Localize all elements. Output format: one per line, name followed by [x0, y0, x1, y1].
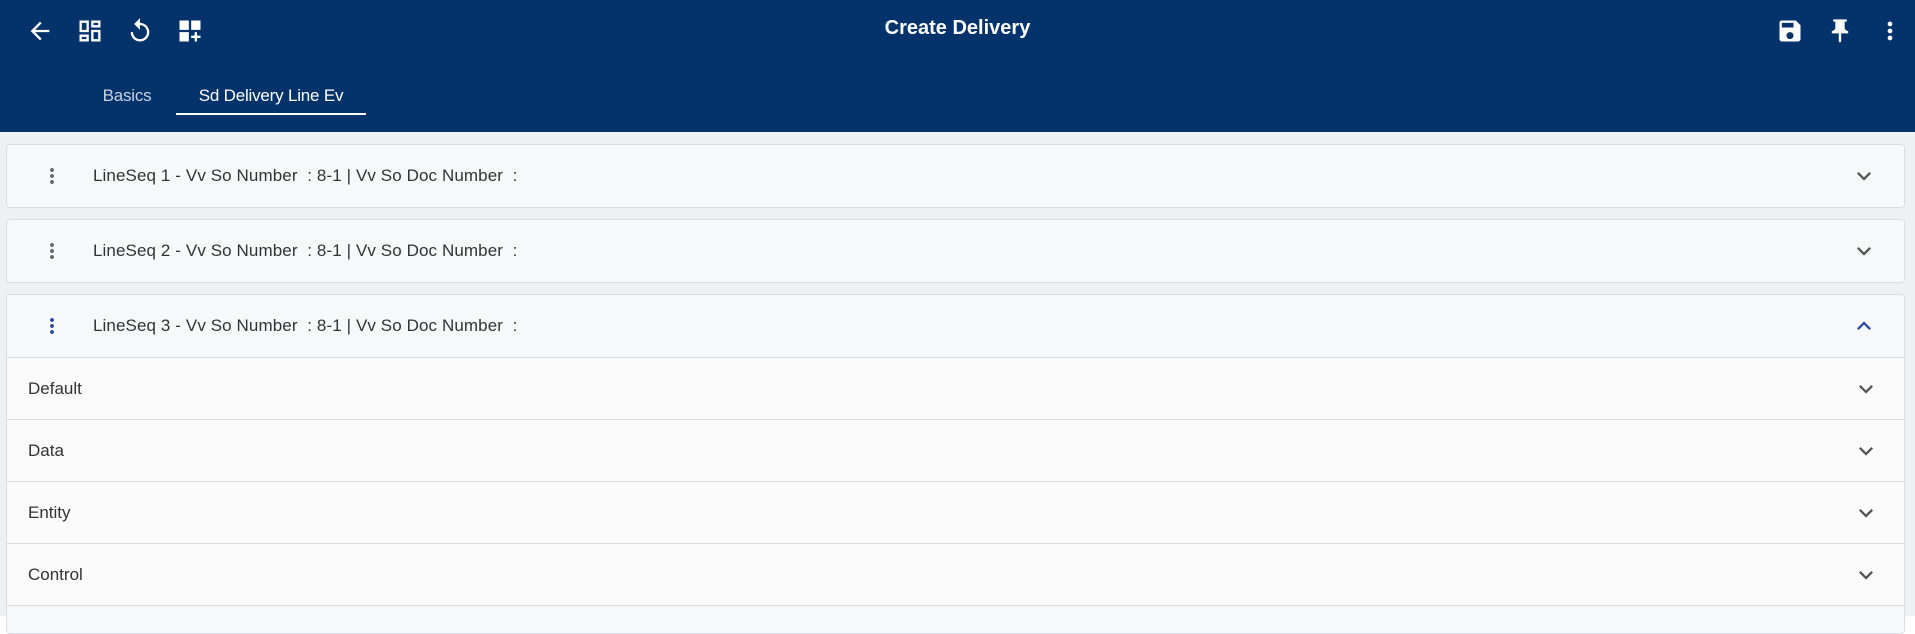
chevron-down-icon[interactable]: [1852, 499, 1880, 527]
save-icon[interactable]: [1770, 11, 1810, 51]
line-panel-header[interactable]: LineSeq 1 - Vv So Number : 8-1 | Vv So D…: [7, 145, 1904, 207]
section-label: Default: [28, 379, 82, 398]
tab-sd-delivery-line-ev[interactable]: Sd Delivery Line Ev: [176, 85, 366, 115]
section-control[interactable]: Control: [7, 544, 1904, 606]
pin-icon[interactable]: [1820, 11, 1860, 51]
line-panel: LineSeq 1 - Vv So Number : 8-1 | Vv So D…: [6, 144, 1905, 208]
chevron-down-icon[interactable]: [1850, 237, 1878, 265]
chevron-up-icon[interactable]: [1850, 312, 1878, 340]
dashboard-icon[interactable]: [70, 11, 110, 51]
refresh-icon[interactable]: [120, 11, 160, 51]
tab-bar: Basics Sd Delivery Line Ev: [0, 62, 1915, 132]
more-vert-icon[interactable]: [37, 311, 67, 341]
section-entity[interactable]: Entity: [7, 482, 1904, 544]
more-vert-icon[interactable]: [37, 161, 67, 191]
chevron-down-icon[interactable]: [1852, 375, 1880, 403]
section-label: Control: [28, 565, 83, 584]
section-default[interactable]: Default: [7, 358, 1904, 420]
section-label: Data: [28, 441, 64, 460]
more-vert-icon[interactable]: [1870, 11, 1910, 51]
line-panel: LineSeq 2 - Vv So Number : 8-1 | Vv So D…: [6, 219, 1905, 283]
chevron-down-icon[interactable]: [1852, 561, 1880, 589]
app-bar: Create Delivery: [0, 0, 1915, 62]
page-title: Create Delivery: [884, 17, 1031, 39]
section-label: Entity: [28, 503, 71, 522]
line-panel-expanded: LineSeq 3 - Vv So Number : 8-1 | Vv So D…: [6, 294, 1905, 634]
chevron-down-icon[interactable]: [1852, 437, 1880, 465]
content-area: LineSeq 1 - Vv So Number : 8-1 | Vv So D…: [0, 132, 1915, 634]
chevron-down-icon[interactable]: [1850, 162, 1878, 190]
line-panel-title: LineSeq 1 - Vv So Number : 8-1 | Vv So D…: [93, 166, 518, 185]
back-arrow-icon[interactable]: [20, 11, 60, 51]
line-panel-header[interactable]: LineSeq 3 - Vv So Number : 8-1 | Vv So D…: [7, 295, 1904, 357]
section-data[interactable]: Data: [7, 420, 1904, 482]
more-vert-icon[interactable]: [37, 236, 67, 266]
add-widget-icon[interactable]: [170, 11, 210, 51]
line-panel-header[interactable]: LineSeq 2 - Vv So Number : 8-1 | Vv So D…: [7, 220, 1904, 282]
section-list: Default Data Entity Control: [7, 357, 1904, 606]
line-panel-title: LineSeq 3 - Vv So Number : 8-1 | Vv So D…: [93, 316, 518, 335]
tab-basics[interactable]: Basics: [96, 85, 158, 115]
line-panel-title: LineSeq 2 - Vv So Number : 8-1 | Vv So D…: [93, 241, 518, 260]
